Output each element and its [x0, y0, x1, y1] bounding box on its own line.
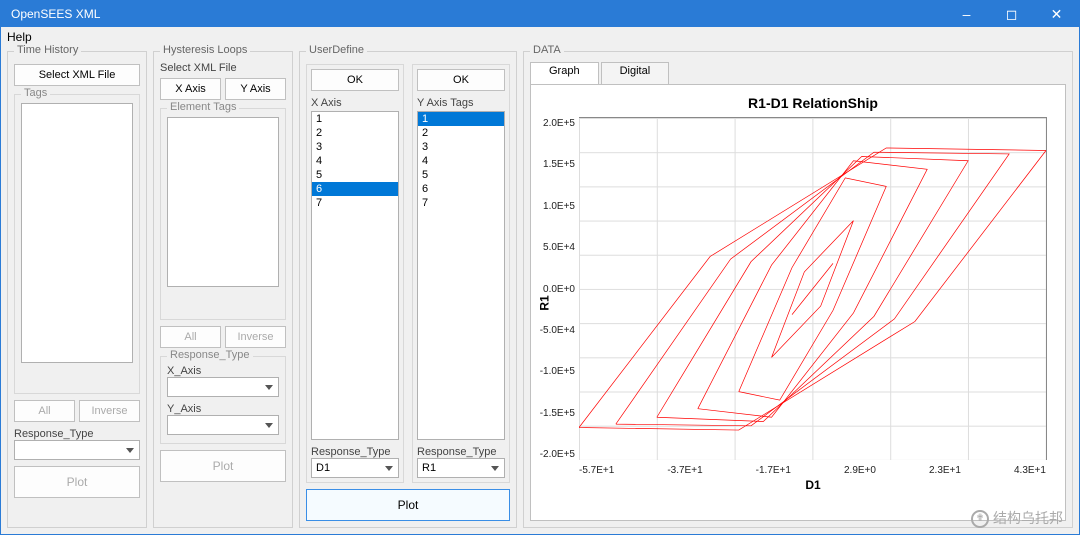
yaxis-select-hy[interactable]: [167, 415, 279, 435]
group-element-tags-hy: Element Tags: [160, 108, 286, 320]
ok-button-y[interactable]: OK: [417, 69, 505, 91]
data-tabs: Graph Digital: [530, 62, 1066, 84]
select-xml-button-th[interactable]: Select XML File: [14, 64, 140, 86]
xaxis-button-hy[interactable]: X Axis: [160, 78, 221, 100]
list-item[interactable]: 5: [418, 168, 504, 182]
inverse-button-hy[interactable]: Inverse: [225, 326, 286, 348]
list-item[interactable]: 3: [418, 140, 504, 154]
tab-graph[interactable]: Graph: [530, 62, 599, 84]
panel-title-hysteresis: Hysteresis Loops: [160, 44, 250, 56]
window-controls: – ◻ ✕: [944, 1, 1079, 27]
tab-digital[interactable]: Digital: [601, 62, 670, 84]
response-type-label-x-ud: Response_Type: [311, 446, 399, 458]
ok-button-x[interactable]: OK: [311, 69, 399, 91]
list-item[interactable]: 4: [312, 154, 398, 168]
xaxis-label-ud: X Axis: [311, 97, 399, 109]
panel-title-time-history: Time History: [14, 44, 81, 56]
watermark: ✟ 结构乌托邦: [971, 508, 1063, 528]
list-item[interactable]: 1: [418, 112, 504, 126]
close-button[interactable]: ✕: [1034, 1, 1079, 27]
list-item[interactable]: 7: [312, 196, 398, 210]
group-title-response-type-hy: Response_Type: [167, 349, 253, 361]
list-item[interactable]: 4: [418, 154, 504, 168]
all-button-hy[interactable]: All: [160, 326, 221, 348]
chart-title: R1-D1 RelationShip: [579, 95, 1047, 111]
chart-container: R1-D1 RelationShip R1 2.0E+51.5E+51.0E+5…: [530, 84, 1066, 521]
group-title-element-tags-hy: Element Tags: [167, 101, 239, 113]
response-type-label-th: Response_Type: [14, 428, 140, 440]
list-item[interactable]: 2: [418, 126, 504, 140]
chart-yticks: 2.0E+51.5E+51.0E+55.0E+40.0E+0-5.0E+4-1.…: [527, 118, 575, 460]
chart-xticks: -5.7E+1-3.7E+1-1.7E+12.9E+02.3E+14.3E+1: [579, 465, 1046, 476]
plot-button-hy[interactable]: Plot: [160, 450, 286, 482]
panel-hysteresis: Hysteresis Loops Select XML File X Axis …: [153, 51, 293, 528]
select-xml-label-hy: Select XML File: [160, 62, 286, 74]
maximize-button[interactable]: ◻: [989, 1, 1034, 27]
x-response-select-ud[interactable]: D1: [311, 458, 399, 478]
window-title: OpenSEES XML: [11, 7, 100, 21]
panel-title-userdefine: UserDefine: [306, 44, 367, 56]
panel-time-history: Time History Select XML File Tags All In…: [7, 51, 147, 528]
menu-help[interactable]: Help: [7, 30, 32, 44]
plot-button-th[interactable]: Plot: [14, 466, 140, 498]
list-item[interactable]: 7: [418, 196, 504, 210]
minimize-button[interactable]: –: [944, 1, 989, 27]
watermark-icon: ✟: [971, 510, 989, 528]
inverse-button-th[interactable]: Inverse: [79, 400, 140, 422]
yaxis-tags-label-ud: Y Axis Tags: [417, 97, 505, 109]
list-item[interactable]: 6: [418, 182, 504, 196]
chart-plotarea: 2.0E+51.5E+51.0E+55.0E+40.0E+0-5.0E+4-1.…: [579, 117, 1047, 460]
panel-title-data: DATA: [530, 44, 564, 56]
content-area: Time History Select XML File Tags All In…: [1, 47, 1079, 534]
listbox-tags-th[interactable]: [21, 103, 133, 363]
titlebar: OpenSEES XML – ◻ ✕: [1, 1, 1079, 27]
group-tags-th: Tags: [14, 94, 140, 394]
watermark-text: 结构乌托邦: [993, 510, 1063, 526]
xaxis-select-hy[interactable]: [167, 377, 279, 397]
panel-userdefine: UserDefine OK X Axis 1234567 Response_Ty…: [299, 51, 517, 528]
list-item[interactable]: 5: [312, 168, 398, 182]
listbox-element-tags-hy[interactable]: [167, 117, 279, 287]
group-response-type-hy: Response_Type X_Axis Y_Axis: [160, 356, 286, 444]
chart-svg: [579, 118, 1046, 460]
listbox-yaxis-ud[interactable]: 1234567: [417, 111, 505, 440]
list-item[interactable]: 2: [312, 126, 398, 140]
app-window: OpenSEES XML – ◻ ✕ Help Time History Sel…: [0, 0, 1080, 535]
panel-data: DATA Graph Digital R1-D1 RelationShip R1…: [523, 51, 1073, 528]
xaxis-label-hy: X_Axis: [167, 365, 279, 377]
userdefine-x-column: OK X Axis 1234567 Response_Type D1: [306, 64, 404, 483]
group-title-tags-th: Tags: [21, 87, 50, 99]
yaxis-label-hy: Y_Axis: [167, 403, 279, 415]
listbox-xaxis-ud[interactable]: 1234567: [311, 111, 399, 440]
plot-button-ud[interactable]: Plot: [306, 489, 510, 521]
list-item[interactable]: 6: [312, 182, 398, 196]
chart-xlabel: D1: [579, 478, 1047, 492]
yaxis-button-hy[interactable]: Y Axis: [225, 78, 286, 100]
userdefine-y-column: OK Y Axis Tags 1234567 Response_Type R1: [412, 64, 510, 483]
response-type-select-th[interactable]: [14, 440, 140, 460]
list-item[interactable]: 1: [312, 112, 398, 126]
y-response-select-ud[interactable]: R1: [417, 458, 505, 478]
response-type-label-y-ud: Response_Type: [417, 446, 505, 458]
all-button-th[interactable]: All: [14, 400, 75, 422]
list-item[interactable]: 3: [312, 140, 398, 154]
